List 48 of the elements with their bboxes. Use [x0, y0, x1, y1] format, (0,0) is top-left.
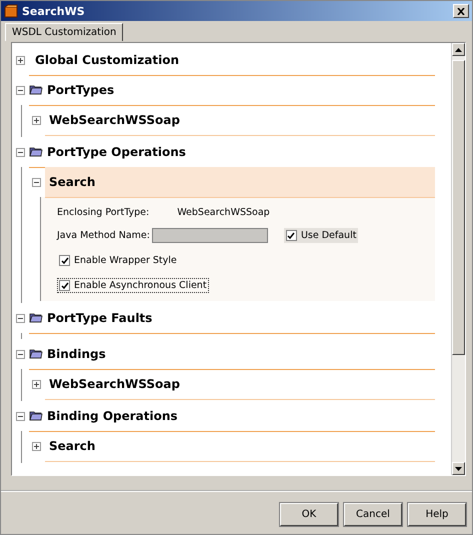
node-header[interactable]: WebSearchWSSoap [45, 368, 435, 400]
expand-toggle[interactable] [16, 314, 25, 322]
expand-toggle[interactable] [16, 350, 25, 358]
field-label: Java Method Name: [57, 230, 150, 241]
node-header[interactable]: Search [45, 166, 435, 198]
expand-toggle[interactable] [16, 412, 25, 420]
folder-icon [29, 410, 43, 421]
check-icon [60, 256, 68, 264]
dialog-button[interactable]: OK [280, 503, 338, 526]
expand-toggle[interactable] [32, 178, 41, 186]
expand-toggle[interactable] [16, 148, 25, 156]
check-icon [60, 282, 68, 290]
check-icon [287, 232, 296, 240]
expand-toggle[interactable] [32, 116, 41, 124]
section-header[interactable]: Binding Operations [29, 400, 435, 432]
checkbox[interactable]: Use Default [284, 228, 358, 243]
scrollbar[interactable] [451, 43, 465, 475]
section-header[interactable]: Bindings [29, 338, 435, 370]
tab[interactable]: WSDL Customization [5, 23, 124, 41]
expand-toggle[interactable] [32, 442, 41, 450]
close-button[interactable] [453, 4, 469, 18]
node-header[interactable]: WebSearchWSSoap [45, 104, 435, 136]
checkbox[interactable]: Enable Wrapper Style [57, 253, 179, 268]
app-icon [4, 4, 18, 18]
folder-icon [29, 348, 43, 359]
scroll-up-icon[interactable] [455, 48, 462, 52]
field-label: Enclosing PortType: [57, 207, 150, 218]
expand-toggle[interactable] [32, 380, 41, 388]
folder-icon [29, 146, 43, 157]
close-icon [457, 8, 465, 14]
section-header[interactable]: PortTypes [29, 74, 435, 106]
node-header[interactable]: Search [45, 430, 435, 462]
scroll-down-icon[interactable] [455, 466, 462, 470]
dialog-button[interactable]: Cancel [344, 503, 402, 526]
expand-toggle[interactable] [16, 86, 25, 94]
folder-icon [29, 84, 43, 95]
expand-toggle[interactable] [16, 56, 25, 64]
plus-icon [17, 56, 24, 64]
folder-icon [29, 312, 43, 323]
section-header[interactable]: Global Customization [29, 44, 435, 76]
field-value: WebSearchWSSoap [177, 207, 270, 218]
checkbox[interactable]: Enable Asynchronous Client [57, 278, 209, 293]
window-title: SearchWS [22, 4, 86, 18]
dialog-button[interactable]: Help [408, 503, 466, 526]
plus-icon [33, 442, 40, 450]
section-header[interactable]: PortType Faults [29, 302, 435, 334]
plus-icon [33, 116, 40, 124]
plus-icon [33, 380, 40, 388]
